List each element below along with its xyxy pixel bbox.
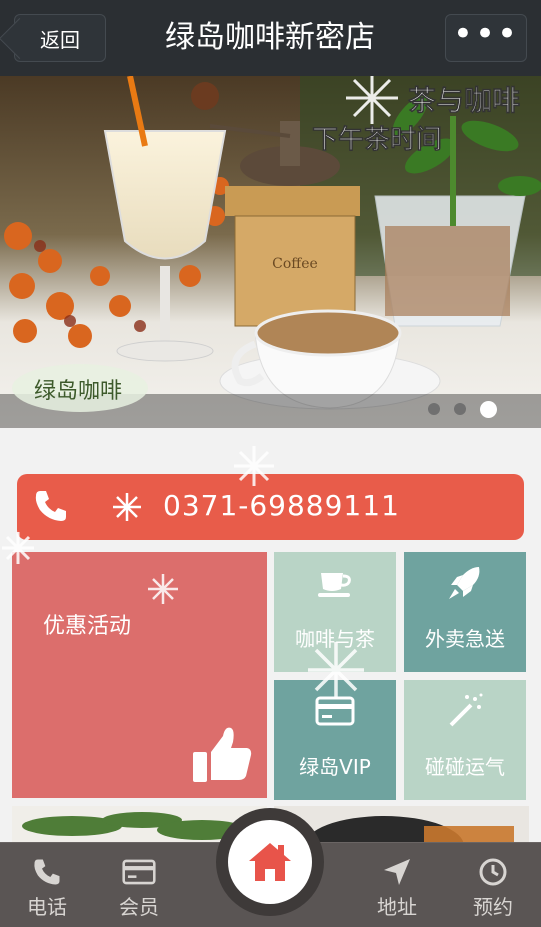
nav-member-label: 会员 — [119, 895, 159, 919]
card-icon — [122, 859, 156, 885]
home-icon — [249, 843, 291, 881]
magic-wand-icon — [449, 693, 483, 727]
tile-vip-label: 绿岛VIP — [299, 755, 371, 779]
card-icon — [315, 696, 355, 726]
phone-number: 0371-69889111 — [163, 489, 400, 522]
banner-headline-2: 下午茶时间 — [312, 124, 442, 155]
home-button[interactable] — [228, 820, 312, 904]
banner-carousel[interactable]: Coffee 绿岛咖啡 茶与咖啡 下午茶时间 — [0, 76, 541, 428]
nav-booking-label: 预约 — [473, 895, 513, 919]
nav-member[interactable]: 会员 — [104, 857, 174, 920]
back-button[interactable]: 返回 — [14, 14, 106, 62]
promotions-label: 优惠活动 — [43, 614, 132, 639]
nav-booking[interactable]: 预约 — [458, 857, 528, 920]
rocket-icon — [449, 567, 480, 599]
carousel-dots — [428, 401, 497, 418]
back-button-label: 返回 — [40, 27, 80, 52]
location-arrow-icon — [384, 859, 410, 885]
banner-headline-1: 茶与咖啡 — [408, 84, 520, 117]
page-title: 绿岛咖啡新密店 — [165, 20, 375, 55]
tile-coffee-tea-label: 咖啡与茶 — [295, 627, 375, 651]
thumbs-up-icon — [193, 727, 252, 782]
nav-address-label: 地址 — [377, 895, 417, 919]
tile-lucky[interactable]: 碰碰运气 — [404, 680, 526, 800]
nav-call-label: 电话 — [27, 895, 67, 919]
banner-logo-text: 绿岛咖啡 — [34, 379, 122, 404]
carousel-dot[interactable] — [428, 403, 440, 415]
phone-icon — [34, 859, 60, 885]
tile-vip[interactable]: 绿岛VIP — [274, 680, 396, 800]
tile-lucky-label: 碰碰运气 — [425, 755, 505, 779]
coffee-cup-icon — [318, 573, 351, 597]
more-button[interactable]: ••• — [445, 14, 527, 62]
carousel-dot-active[interactable] — [480, 401, 497, 418]
coffee-box-label: Coffee — [272, 256, 318, 272]
phone-icon — [35, 491, 66, 521]
snowflake-icon — [113, 493, 141, 521]
clock-icon — [479, 858, 507, 886]
phone-call-bar[interactable]: 0371-69889111 — [17, 474, 524, 540]
top-bar: 返回 绿岛咖啡新密店 ••• — [0, 0, 541, 76]
promotions-tile[interactable]: 优惠活动 — [12, 552, 267, 798]
nav-call[interactable]: 电话 — [12, 857, 82, 920]
nav-address[interactable]: 地址 — [362, 857, 432, 920]
banner-image: Coffee 绿岛咖啡 茶与咖啡 下午茶时间 — [0, 76, 541, 428]
carousel-dot[interactable] — [454, 403, 466, 415]
tile-delivery-label: 外卖急送 — [425, 627, 505, 651]
tile-delivery[interactable]: 外卖急送 — [404, 552, 526, 672]
tile-coffee-tea[interactable]: 咖啡与茶 — [274, 552, 396, 672]
